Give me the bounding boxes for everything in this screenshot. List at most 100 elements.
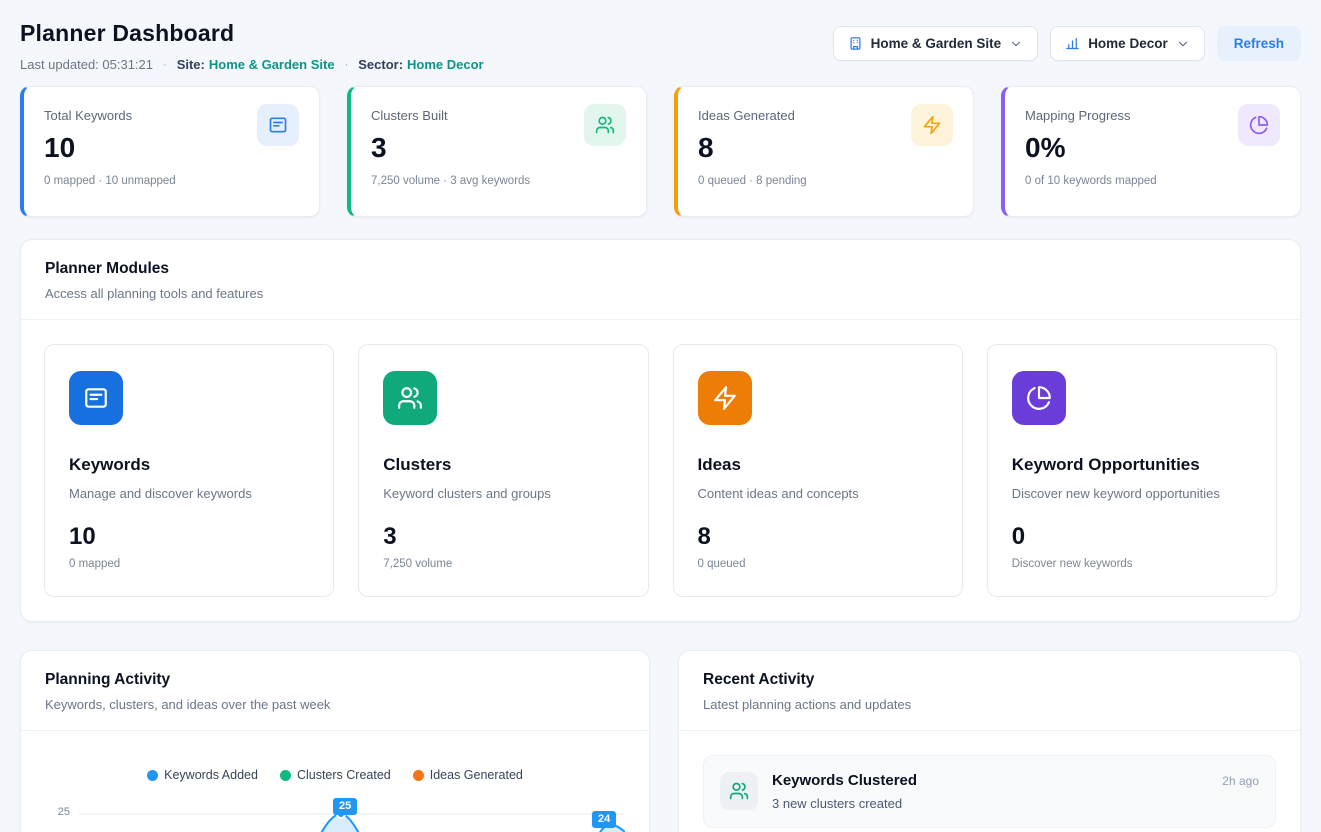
planner-dashboard-page: Planner Dashboard Last updated: 05:31:21… [0, 0, 1321, 832]
refresh-button[interactable]: Refresh [1217, 26, 1301, 61]
page-header: Planner Dashboard Last updated: 05:31:21… [0, 0, 1321, 86]
stat-label: Clusters Built [371, 108, 530, 123]
bottom-row: Planning Activity Keywords, clusters, an… [20, 650, 1301, 832]
recent-activity-subtitle: Latest planning actions and updates [703, 697, 1276, 712]
stat-detail: 0 mapped · 10 unmapped [44, 175, 176, 187]
recent-activity-panel: Recent Activity Latest planning actions … [678, 650, 1301, 832]
y-axis-tick: 25 [45, 798, 79, 832]
stat-detail: 0 of 10 keywords mapped [1025, 175, 1157, 187]
module-detail: Discover new keywords [1012, 558, 1252, 570]
stat-card-total-keywords: Total Keywords 10 0 mapped · 10 unmapped [20, 86, 320, 217]
module-description: Keyword clusters and groups [383, 486, 623, 501]
legend-item-clusters-created: Clusters Created [280, 768, 391, 782]
activity-item-keywords-clustered: Keywords Clustered 3 new clusters create… [703, 755, 1276, 828]
stat-text: Ideas Generated 8 0 queued · 8 pending [698, 104, 807, 199]
activity-item-title: Keywords Clustered [772, 772, 917, 789]
site-meta: Site: Home & Garden Site [177, 57, 335, 72]
module-title: Keywords [69, 455, 309, 475]
module-description: Manage and discover keywords [69, 486, 309, 501]
users-icon [720, 772, 758, 810]
stat-detail: 0 queued · 8 pending [698, 175, 807, 187]
legend-dot-orange [413, 770, 424, 781]
planner-modules-panel: Planner Modules Access all planning tool… [20, 239, 1301, 622]
module-description: Discover new keyword opportunities [1012, 486, 1252, 501]
stat-value: 0% [1025, 132, 1157, 164]
module-detail: 0 mapped [69, 558, 309, 570]
stat-text: Mapping Progress 0% 0 of 10 keywords map… [1025, 104, 1157, 199]
legend-dot-blue [147, 770, 158, 781]
module-title: Keyword Opportunities [1012, 455, 1252, 475]
lightning-icon [911, 104, 953, 146]
stat-label: Ideas Generated [698, 108, 807, 123]
document-icon [257, 104, 299, 146]
pie-chart-icon [1012, 371, 1066, 425]
legend-label: Clusters Created [297, 768, 391, 782]
activity-chart: Keywords Added Clusters Created Ideas Ge… [21, 731, 649, 832]
module-card-clusters[interactable]: Clusters Keyword clusters and groups 3 7… [358, 344, 648, 597]
recent-activity-list: Keywords Clustered 3 new clusters create… [679, 731, 1300, 832]
activity-item-description: 3 new clusters created [772, 796, 917, 811]
lightning-icon [698, 371, 752, 425]
last-updated-text: Last updated: 05:31:21 [20, 57, 153, 72]
modules-grid: Keywords Manage and discover keywords 10… [21, 320, 1300, 621]
chevron-down-icon [1009, 37, 1023, 51]
site-selector-value: Home & Garden Site [871, 36, 1002, 51]
planning-activity-title: Planning Activity [45, 671, 625, 689]
site-link[interactable]: Home & Garden Site [209, 57, 335, 72]
chart-legend: Keywords Added Clusters Created Ideas Ge… [45, 768, 625, 782]
module-value: 3 [383, 523, 623, 551]
activity-item-timestamp: 2h ago [1222, 772, 1259, 788]
modules-panel-header: Planner Modules Access all planning tool… [21, 240, 1300, 320]
module-title: Ideas [698, 455, 938, 475]
site-selector-dropdown[interactable]: Home & Garden Site [833, 26, 1039, 61]
document-icon [69, 371, 123, 425]
stat-value: 10 [44, 132, 176, 164]
header-left: Planner Dashboard Last updated: 05:31:21… [20, 20, 484, 72]
legend-item-keywords-added: Keywords Added [147, 768, 258, 782]
planning-activity-header: Planning Activity Keywords, clusters, an… [21, 651, 649, 731]
page-meta: Last updated: 05:31:21 · Site: Home & Gar… [20, 57, 484, 72]
users-icon [383, 371, 437, 425]
legend-label: Keywords Added [164, 768, 258, 782]
meta-separator: · [163, 59, 167, 71]
legend-dot-green [280, 770, 291, 781]
module-detail: 7,250 volume [383, 558, 623, 570]
modules-title: Planner Modules [45, 260, 1276, 278]
pie-chart-icon [1238, 104, 1280, 146]
sector-label: Sector: [358, 57, 403, 72]
sector-meta: Sector: Home Decor [358, 57, 483, 72]
data-point-label-25: 25 [333, 798, 357, 815]
stat-card-clusters-built: Clusters Built 3 7,250 volume · 3 avg ke… [347, 86, 647, 217]
users-icon [584, 104, 626, 146]
building-icon [848, 36, 863, 51]
module-card-keywords[interactable]: Keywords Manage and discover keywords 10… [44, 344, 334, 597]
stat-value: 3 [371, 132, 530, 164]
module-card-keyword-opportunities[interactable]: Keyword Opportunities Discover new keywo… [987, 344, 1277, 597]
stat-card-ideas-generated: Ideas Generated 8 0 queued · 8 pending [674, 86, 974, 217]
module-card-ideas[interactable]: Ideas Content ideas and concepts 8 0 que… [673, 344, 963, 597]
module-value: 10 [69, 523, 309, 551]
chevron-down-icon [1176, 37, 1190, 51]
sector-link[interactable]: Home Decor [407, 57, 484, 72]
recent-activity-title: Recent Activity [703, 671, 1276, 689]
header-controls: Home & Garden Site Home Decor Refresh [833, 26, 1301, 61]
sector-selector-value: Home Decor [1088, 36, 1168, 51]
modules-subtitle: Access all planning tools and features [45, 286, 1276, 301]
legend-label: Ideas Generated [430, 768, 523, 782]
stat-text: Clusters Built 3 7,250 volume · 3 avg ke… [371, 104, 530, 199]
stats-row: Total Keywords 10 0 mapped · 10 unmapped… [0, 86, 1321, 217]
sector-selector-dropdown[interactable]: Home Decor [1050, 26, 1205, 61]
module-value: 8 [698, 523, 938, 551]
module-detail: 0 queued [698, 558, 938, 570]
module-title: Clusters [383, 455, 623, 475]
stat-value: 8 [698, 132, 807, 164]
site-label: Site: [177, 57, 205, 72]
page-title: Planner Dashboard [20, 20, 484, 47]
stat-text: Total Keywords 10 0 mapped · 10 unmapped [44, 104, 176, 199]
recent-activity-header: Recent Activity Latest planning actions … [679, 651, 1300, 731]
stat-label: Total Keywords [44, 108, 176, 123]
stat-label: Mapping Progress [1025, 108, 1157, 123]
meta-separator: · [345, 59, 349, 71]
stat-card-mapping-progress: Mapping Progress 0% 0 of 10 keywords map… [1001, 86, 1301, 217]
legend-item-ideas-generated: Ideas Generated [413, 768, 523, 782]
